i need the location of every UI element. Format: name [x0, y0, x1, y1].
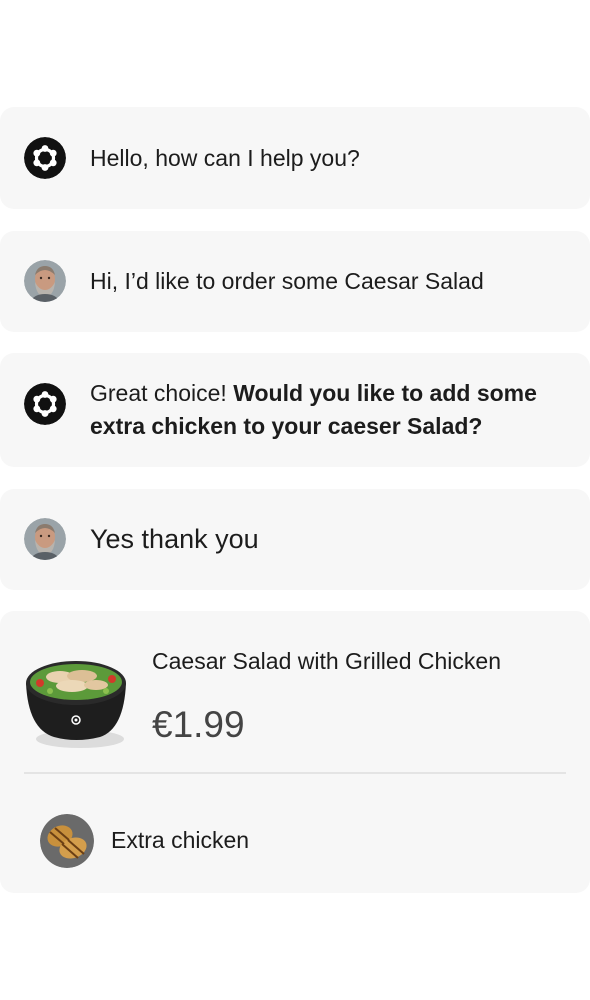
order-card[interactable]: Caesar Salad with Grilled Chicken €1.99 …: [0, 611, 590, 893]
message-text: Hi, I’d like to order some Caesar Salad: [90, 268, 484, 294]
addon-label: Extra chicken: [111, 827, 250, 853]
divider: [24, 772, 566, 774]
product-price: €1.99: [152, 704, 245, 745]
chat-thread: Hello, how can I help you? Hi, I’d like …: [0, 0, 590, 1000]
message-text: Hello, how can I help you?: [90, 145, 360, 171]
grilled-chicken-image: [40, 814, 94, 868]
assistant-message: Hello, how can I help you?: [0, 107, 590, 209]
user-message: Yes thank you: [0, 489, 590, 590]
message-text: Yes thank you: [90, 524, 259, 554]
product-name: Caesar Salad with Grilled Chicken: [152, 648, 501, 674]
message-text-plain: Great choice!: [90, 380, 234, 406]
user-avatar: [24, 260, 66, 302]
salad-bowl-image: [20, 643, 132, 755]
user-message: Hi, I’d like to order some Caesar Salad: [0, 231, 590, 332]
assistant-logo-icon: [24, 383, 66, 425]
user-avatar: [24, 518, 66, 560]
assistant-message: Great choice! Would you like to add some…: [0, 353, 590, 467]
assistant-logo-icon: [24, 137, 66, 179]
message-text: Great choice! Would you like to add some…: [90, 377, 566, 443]
